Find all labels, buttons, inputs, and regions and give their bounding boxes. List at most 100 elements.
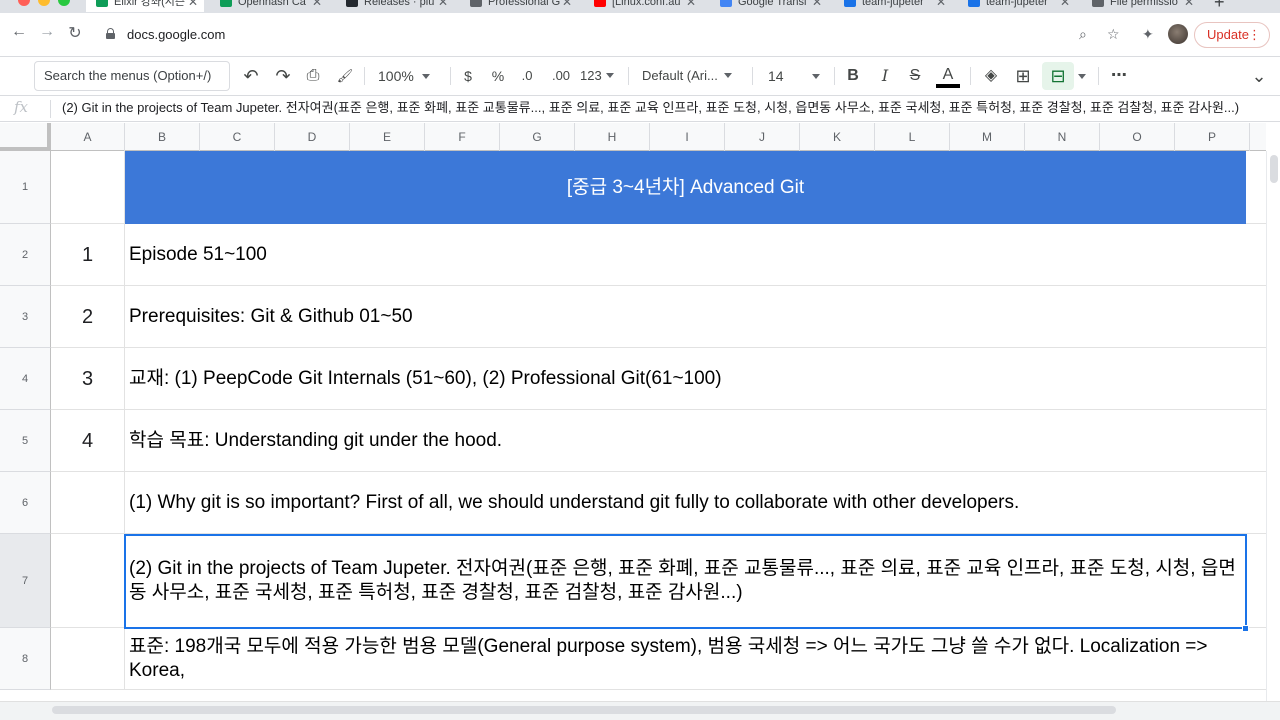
paint-format-button[interactable]: 🖌: [334, 66, 356, 86]
sheet-title-cell[interactable]: [중급 3~4년차] Advanced Git: [125, 151, 1246, 224]
menu-search-input[interactable]: Search the menus (Option+/): [34, 61, 230, 91]
strikethrough-button[interactable]: S: [906, 66, 924, 86]
cell-b6[interactable]: (1) Why git is so important? First of al…: [125, 472, 1246, 534]
vertical-scroll-thumb[interactable]: [1270, 155, 1278, 183]
browser-tab[interactable]: Google Transl ✕: [710, 0, 828, 12]
cell-b4[interactable]: 교재: (1) PeepCode Git Internals (51~60), …: [125, 348, 1246, 410]
cell-b2[interactable]: Episode 51~100: [125, 224, 1246, 286]
cell-a8[interactable]: [51, 628, 125, 690]
merge-options-dropdown[interactable]: [1075, 66, 1089, 86]
cell-a2[interactable]: 1: [51, 224, 125, 286]
cell-empty[interactable]: [1246, 472, 1266, 534]
font-family-select[interactable]: Default (Ari...: [642, 66, 746, 86]
column-header-d[interactable]: D: [275, 123, 350, 151]
row-header-3[interactable]: 3: [0, 286, 51, 348]
column-header-n[interactable]: N: [1025, 123, 1100, 151]
collapse-toolbar-button[interactable]: ⌄: [1248, 66, 1270, 86]
close-tab-icon[interactable]: ✕: [812, 0, 822, 12]
row-header-6[interactable]: 6: [0, 472, 51, 534]
column-header-c[interactable]: C: [200, 123, 275, 151]
cell-empty[interactable]: [1246, 286, 1266, 348]
reload-button[interactable]: ↻: [64, 23, 86, 43]
increase-decimal-button[interactable]: .00: [547, 66, 575, 86]
horizontal-scroll-thumb[interactable]: [52, 706, 1116, 714]
row-header-2[interactable]: 2: [0, 224, 51, 286]
fill-handle[interactable]: [1242, 625, 1249, 632]
more-options-button[interactable]: ⋯: [1108, 66, 1130, 86]
row-header-4[interactable]: 4: [0, 348, 51, 410]
close-tab-icon[interactable]: ✕: [936, 0, 946, 12]
cell-b5[interactable]: 학습 목표: Understanding git under the hood.: [125, 410, 1246, 472]
browser-tab[interactable]: [Linux.conf.au ✕: [584, 0, 702, 12]
percent-format-button[interactable]: %: [490, 66, 506, 86]
cell-empty[interactable]: [1246, 628, 1266, 690]
close-tab-icon[interactable]: ✕: [686, 0, 696, 12]
browser-tab[interactable]: File permissio ✕: [1082, 0, 1200, 12]
forward-button[interactable]: →: [36, 23, 58, 41]
print-button[interactable]: ⎙: [302, 66, 324, 86]
cell-a4[interactable]: 3: [51, 348, 125, 410]
currency-format-button[interactable]: $: [460, 66, 476, 86]
lock-icon[interactable]: [106, 28, 115, 39]
column-header-h[interactable]: H: [575, 123, 650, 151]
cell-empty[interactable]: [1246, 410, 1266, 472]
cell-a3[interactable]: 2: [51, 286, 125, 348]
select-all-corner[interactable]: [0, 123, 51, 151]
column-header-p[interactable]: P: [1175, 123, 1250, 151]
zoom-icon[interactable]: ⌕: [1079, 26, 1087, 43]
browser-tab[interactable]: Elixir 강좌(시즌 ✕: [86, 0, 204, 12]
column-header-f[interactable]: F: [425, 123, 500, 151]
browser-tab[interactable]: Releases · plu ✕: [336, 0, 454, 12]
row-header-1[interactable]: 1: [0, 151, 51, 224]
bookmark-star-icon[interactable]: ☆: [1107, 26, 1120, 43]
close-tab-icon[interactable]: ✕: [188, 0, 198, 12]
row-header-8[interactable]: 8: [0, 628, 51, 690]
row-header-5[interactable]: 5: [0, 410, 51, 472]
cell-a7[interactable]: [51, 534, 125, 628]
row-header-7[interactable]: 7: [0, 534, 51, 628]
borders-button[interactable]: ⊞: [1012, 66, 1034, 86]
browser-tab[interactable]: Professional G ✕: [460, 0, 578, 12]
column-header-a[interactable]: A: [51, 123, 125, 151]
browser-tab[interactable]: team-jupeter ✕: [958, 0, 1076, 12]
column-header-e[interactable]: E: [350, 123, 425, 151]
cell-b8[interactable]: 표준: 198개국 모두에 적용 가능한 범용 모델(General purpo…: [125, 628, 1246, 690]
close-tab-icon[interactable]: ✕: [312, 0, 322, 12]
horizontal-scrollbar[interactable]: [0, 701, 1280, 720]
maximize-window-button[interactable]: [58, 0, 70, 6]
formula-input[interactable]: (2) Git in the projects of Team Jupeter.…: [62, 101, 1252, 114]
close-tab-icon[interactable]: ✕: [1060, 0, 1070, 12]
new-tab-button[interactable]: +: [1214, 0, 1225, 12]
browser-tab[interactable]: Openhash Ca ✕: [210, 0, 328, 12]
cell-b3[interactable]: Prerequisites: Git & Github 01~50: [125, 286, 1246, 348]
cell-empty[interactable]: [1246, 224, 1266, 286]
merge-cells-button[interactable]: ⊟: [1047, 66, 1069, 86]
fill-color-button[interactable]: ◈: [980, 66, 1002, 86]
column-header-l[interactable]: L: [875, 123, 950, 151]
bold-button[interactable]: B: [844, 66, 862, 86]
close-tab-icon[interactable]: ✕: [438, 0, 448, 12]
column-header-j[interactable]: J: [725, 123, 800, 151]
column-header-g[interactable]: G: [500, 123, 575, 151]
column-header-k[interactable]: K: [800, 123, 875, 151]
profile-avatar[interactable]: [1168, 24, 1188, 44]
italic-button[interactable]: I: [876, 66, 894, 86]
zoom-select[interactable]: 100%: [378, 66, 442, 86]
close-window-button[interactable]: [18, 0, 30, 6]
browser-tab[interactable]: team-jupeter ✕: [834, 0, 952, 12]
column-header-m[interactable]: M: [950, 123, 1025, 151]
vertical-scrollbar[interactable]: [1266, 151, 1280, 720]
update-button[interactable]: Update ⋮: [1194, 22, 1270, 48]
decrease-decimal-button[interactable]: .0: [516, 66, 538, 86]
extensions-icon[interactable]: ✦: [1142, 26, 1154, 43]
cell-empty[interactable]: [1246, 151, 1266, 224]
url-field[interactable]: docs.google.com ⌕ ☆: [96, 20, 1136, 50]
column-header-b[interactable]: B: [125, 123, 200, 151]
close-tab-icon[interactable]: ✕: [1184, 0, 1194, 12]
cell-a1[interactable]: [51, 151, 125, 224]
column-header-o[interactable]: O: [1100, 123, 1175, 151]
close-tab-icon[interactable]: ✕: [562, 0, 572, 12]
redo-button[interactable]: ↷: [272, 66, 294, 86]
cell-empty[interactable]: [1246, 534, 1266, 628]
cell-a5[interactable]: 4: [51, 410, 125, 472]
